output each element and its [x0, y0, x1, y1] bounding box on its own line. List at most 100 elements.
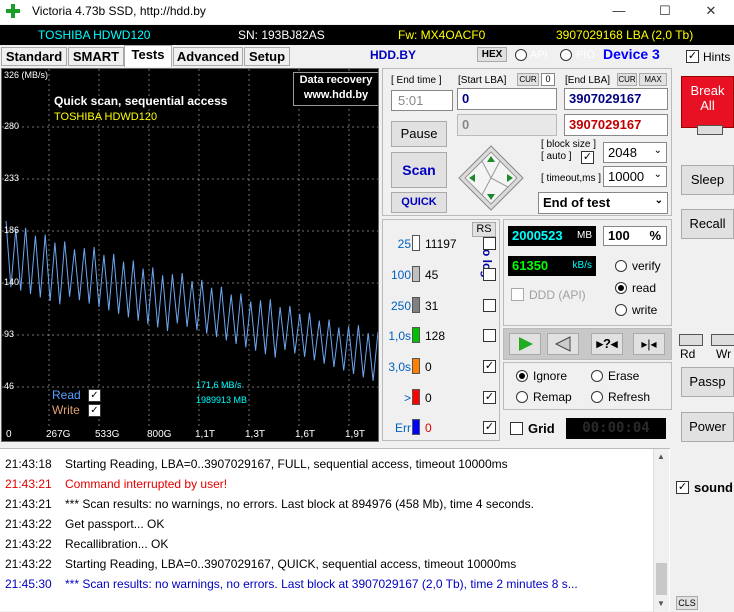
clear-log-button[interactable]: CLS — [676, 596, 698, 610]
start-lba-readonly: 0 — [457, 114, 557, 136]
sleep-button[interactable]: Sleep — [681, 165, 734, 195]
y-tick: 140 — [4, 277, 20, 287]
model-label: TOSHIBA HDWD120 — [38, 28, 151, 42]
device-label[interactable]: Device 3 — [603, 46, 660, 62]
tab-advanced[interactable]: Advanced — [173, 47, 243, 66]
data-recovery-banner[interactable]: Data recovery www.hdd.by — [293, 72, 378, 106]
quick-button[interactable]: QUICK — [391, 192, 447, 213]
end-of-test-select[interactable]: End of test ⌄ — [538, 192, 668, 214]
write-label: write — [632, 303, 658, 317]
minimize-button[interactable]: — — [596, 0, 642, 24]
graph-model: TOSHIBA HDWD120 — [54, 111, 158, 123]
pause-button[interactable]: Pause — [391, 121, 447, 147]
stat-log-checkbox[interactable]: ✓ — [483, 421, 496, 434]
percent-value: 100 — [608, 228, 630, 243]
close-button[interactable]: ✕ — [688, 0, 734, 24]
hints-checkbox[interactable]: ✓ — [686, 50, 699, 63]
play-button[interactable] — [509, 333, 541, 355]
legend-read-checkbox[interactable]: ✓ — [88, 389, 101, 402]
log-message: Get passport... OK — [65, 517, 165, 531]
end-lba-input[interactable]: 3907029167 — [564, 88, 668, 110]
legend-write-label: Write — [52, 403, 80, 417]
block-size-label: [ block size ] — [541, 139, 597, 150]
random-icon: ▸?◂ — [596, 336, 618, 351]
end-lba-readonly: 3907029167 — [564, 114, 668, 136]
scroll-down-icon[interactable]: ▼ — [657, 599, 665, 608]
stat-threshold-label: 25 — [397, 237, 411, 251]
stat-log-checkbox[interactable] — [483, 237, 496, 250]
scroll-up-icon[interactable]: ▲ — [657, 452, 665, 461]
tab-smart[interactable]: SMART — [68, 47, 124, 66]
block-size-select[interactable]: 2048 ⌄ — [603, 142, 667, 163]
log-time: 21:43:18 — [5, 457, 52, 471]
log-scrollbar[interactable]: ▲ ▼ — [653, 449, 669, 612]
log-entry: 21:43:22 Starting Reading, LBA=0..3907029… — [5, 554, 516, 574]
log-entry: 21:43:18 Starting Reading, LBA=0..3907029… — [5, 454, 508, 474]
x-tick: 1,3T — [245, 429, 266, 440]
event-log: 21:43:18 Starting Reading, LBA=0..3907029… — [0, 448, 670, 612]
start-cur-button[interactable]: CUR — [517, 73, 539, 86]
tab-tests[interactable]: Tests — [124, 45, 172, 67]
butterfly-button[interactable]: ▸|◂ — [633, 333, 665, 355]
read-label: read — [632, 281, 657, 295]
hex-button[interactable]: HEX — [477, 47, 507, 62]
write-radio[interactable] — [615, 304, 627, 316]
ignore-radio[interactable] — [516, 370, 528, 382]
tab-setup[interactable]: Setup — [244, 47, 290, 66]
stat-color-swatch — [412, 419, 420, 435]
stat-log-checkbox[interactable] — [483, 329, 496, 342]
remap-label: Remap — [533, 390, 572, 404]
x-tick: 533G — [95, 429, 120, 440]
remap-radio[interactable] — [516, 391, 528, 403]
block-size-value: 2048 — [608, 145, 637, 160]
pio-radio[interactable] — [560, 49, 572, 61]
stat-threshold-label: 100 — [390, 268, 411, 282]
stat-log-checkbox[interactable]: ✓ — [483, 391, 496, 404]
grid-checkbox[interactable] — [510, 422, 523, 435]
maximize-button[interactable]: ☐ — [642, 0, 688, 24]
timeout-select[interactable]: 10000 ⌄ — [603, 166, 667, 187]
butterfly-icon: ▸|◂ — [641, 337, 657, 351]
max-button[interactable]: MAX — [639, 73, 667, 86]
legend-write-checkbox[interactable]: ✓ — [88, 404, 101, 417]
window-title: Victoria 4.73b SSD, http://hdd.by — [32, 4, 206, 18]
reverse-button[interactable] — [547, 333, 579, 355]
api-radio[interactable] — [515, 49, 527, 61]
log-entry: 21:45:30 *** Scan results: no warnings, n… — [5, 574, 578, 594]
scan-button[interactable]: Scan — [391, 152, 447, 188]
power-button[interactable]: Power — [681, 412, 734, 442]
processed-mb-unit: MB — [577, 230, 592, 241]
legend-read-label: Read — [52, 388, 81, 402]
stat-log-checkbox[interactable] — [483, 268, 496, 281]
current-position: 1989913 MB — [196, 395, 248, 405]
elapsed-timer: 00:00:04 — [566, 418, 666, 439]
log-time: 21:45:30 — [5, 577, 52, 591]
graph-canvas — [2, 69, 378, 427]
ddd-checkbox[interactable] — [511, 288, 524, 301]
refresh-radio[interactable] — [591, 391, 603, 403]
timeout-value: 10000 — [608, 169, 645, 184]
verify-radio[interactable] — [615, 260, 627, 272]
end-cur-button[interactable]: CUR — [617, 73, 637, 86]
processed-mb-value: 2000523 — [512, 228, 563, 243]
stat-log-checkbox[interactable]: ✓ — [483, 360, 496, 373]
log-message: Starting Reading, LBA=0..3907029167, FUL… — [65, 457, 508, 471]
random-button[interactable]: ▸?◂ — [591, 333, 623, 355]
passport-button[interactable]: Passp — [681, 367, 734, 397]
grid-label: Grid — [528, 421, 555, 436]
tab-standard[interactable]: Standard — [1, 47, 67, 66]
stat-log-checkbox[interactable] — [483, 299, 496, 312]
sound-checkbox[interactable]: ✓ — [676, 481, 689, 494]
read-radio[interactable] — [615, 282, 627, 294]
end-time-input[interactable]: 5:01 — [391, 90, 453, 111]
stat-color-swatch — [412, 235, 420, 251]
stat-threshold-label: 3,0s — [388, 360, 411, 374]
site-link[interactable]: HDD.BY — [370, 48, 416, 62]
start-lba-input[interactable]: 0 — [457, 88, 557, 110]
scroll-thumb[interactable] — [656, 563, 667, 595]
recall-button[interactable]: Recall — [681, 209, 734, 239]
auto-checkbox[interactable]: ✓ — [581, 151, 594, 164]
break-all-button[interactable]: Break All — [681, 76, 734, 128]
erase-radio[interactable] — [591, 370, 603, 382]
reset-stats-button[interactable]: RS — [472, 222, 496, 237]
